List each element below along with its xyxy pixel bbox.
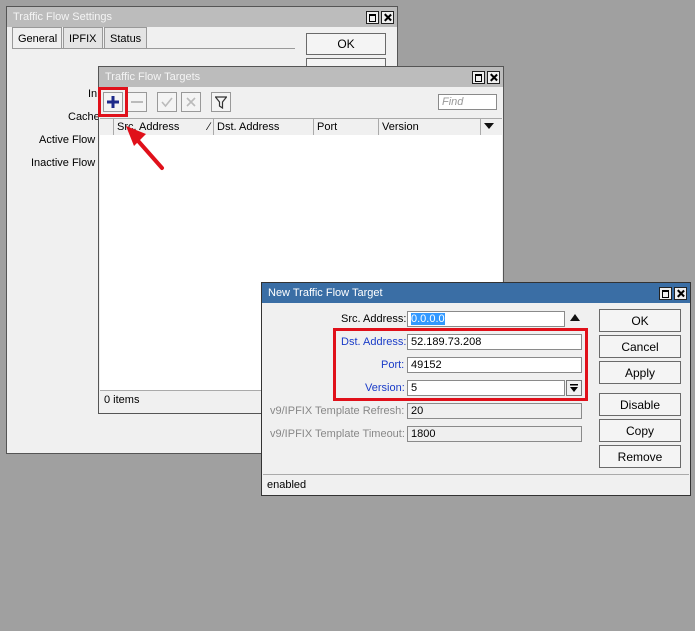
- apply-button[interactable]: Apply: [599, 361, 681, 384]
- enable-button[interactable]: [157, 92, 177, 112]
- settings-title: Traffic Flow Settings: [13, 11, 113, 23]
- x-icon: [186, 97, 196, 107]
- close-icon[interactable]: [381, 10, 394, 24]
- disable-button[interactable]: Disable: [599, 393, 681, 416]
- fields-highlight: [333, 328, 588, 401]
- new-target-title: New Traffic Flow Target: [268, 287, 383, 299]
- column-version[interactable]: Version: [379, 119, 481, 135]
- find-input[interactable]: Find: [438, 94, 497, 110]
- copy-button[interactable]: Copy: [599, 419, 681, 442]
- src-address-input[interactable]: 0.0.0.0: [407, 311, 565, 327]
- column-gutter: [100, 119, 114, 135]
- settings-label-cache: Cache: [68, 111, 100, 123]
- settings-ok-button[interactable]: OK: [306, 33, 386, 55]
- template-refresh-input[interactable]: 20: [407, 403, 582, 419]
- column-menu-icon[interactable]: [484, 123, 494, 129]
- column-dst-address[interactable]: Dst. Address: [214, 119, 314, 135]
- close-icon[interactable]: [674, 286, 687, 300]
- maximize-icon[interactable]: [366, 10, 379, 24]
- settings-label-active-flow: Active Flow: [39, 134, 96, 146]
- maximize-icon[interactable]: [472, 70, 485, 84]
- targets-titlebar[interactable]: Traffic Flow Targets: [99, 67, 503, 87]
- template-timeout-label: v9/IPFIX Template Timeout:: [270, 428, 405, 440]
- settings-label-inactive-flow: Inactive Flow: [31, 157, 96, 169]
- tab-ipfix[interactable]: IPFIX: [63, 27, 103, 49]
- new-target-status-bar: enabled: [263, 474, 689, 495]
- src-address-collapse-icon[interactable]: [570, 314, 580, 321]
- remove-button[interactable]: Remove: [599, 445, 681, 468]
- remove-button[interactable]: [127, 92, 147, 112]
- filter-button[interactable]: [211, 92, 231, 112]
- targets-title: Traffic Flow Targets: [105, 71, 201, 83]
- settings-label-interfaces: In: [88, 88, 98, 100]
- sort-indicator-icon: ∕: [208, 121, 210, 133]
- settings-titlebar[interactable]: Traffic Flow Settings: [7, 7, 397, 27]
- src-address-label: Src. Address:: [341, 313, 407, 325]
- add-button-highlight: [98, 87, 128, 117]
- tab-status[interactable]: Status: [104, 27, 147, 49]
- close-icon[interactable]: [487, 70, 500, 84]
- filter-icon: [215, 95, 227, 109]
- red-arrow-icon: [126, 126, 164, 170]
- minus-icon: [131, 101, 143, 103]
- ok-button[interactable]: OK: [599, 309, 681, 332]
- disable-button[interactable]: [181, 92, 201, 112]
- new-target-titlebar[interactable]: New Traffic Flow Target: [262, 283, 690, 303]
- maximize-icon[interactable]: [659, 286, 672, 300]
- tab-general[interactable]: General: [12, 27, 62, 49]
- cancel-button[interactable]: Cancel: [599, 335, 681, 358]
- template-refresh-label: v9/IPFIX Template Refresh:: [270, 405, 405, 417]
- column-port[interactable]: Port: [314, 119, 379, 135]
- template-timeout-input[interactable]: 1800: [407, 426, 582, 442]
- check-icon: [161, 97, 173, 108]
